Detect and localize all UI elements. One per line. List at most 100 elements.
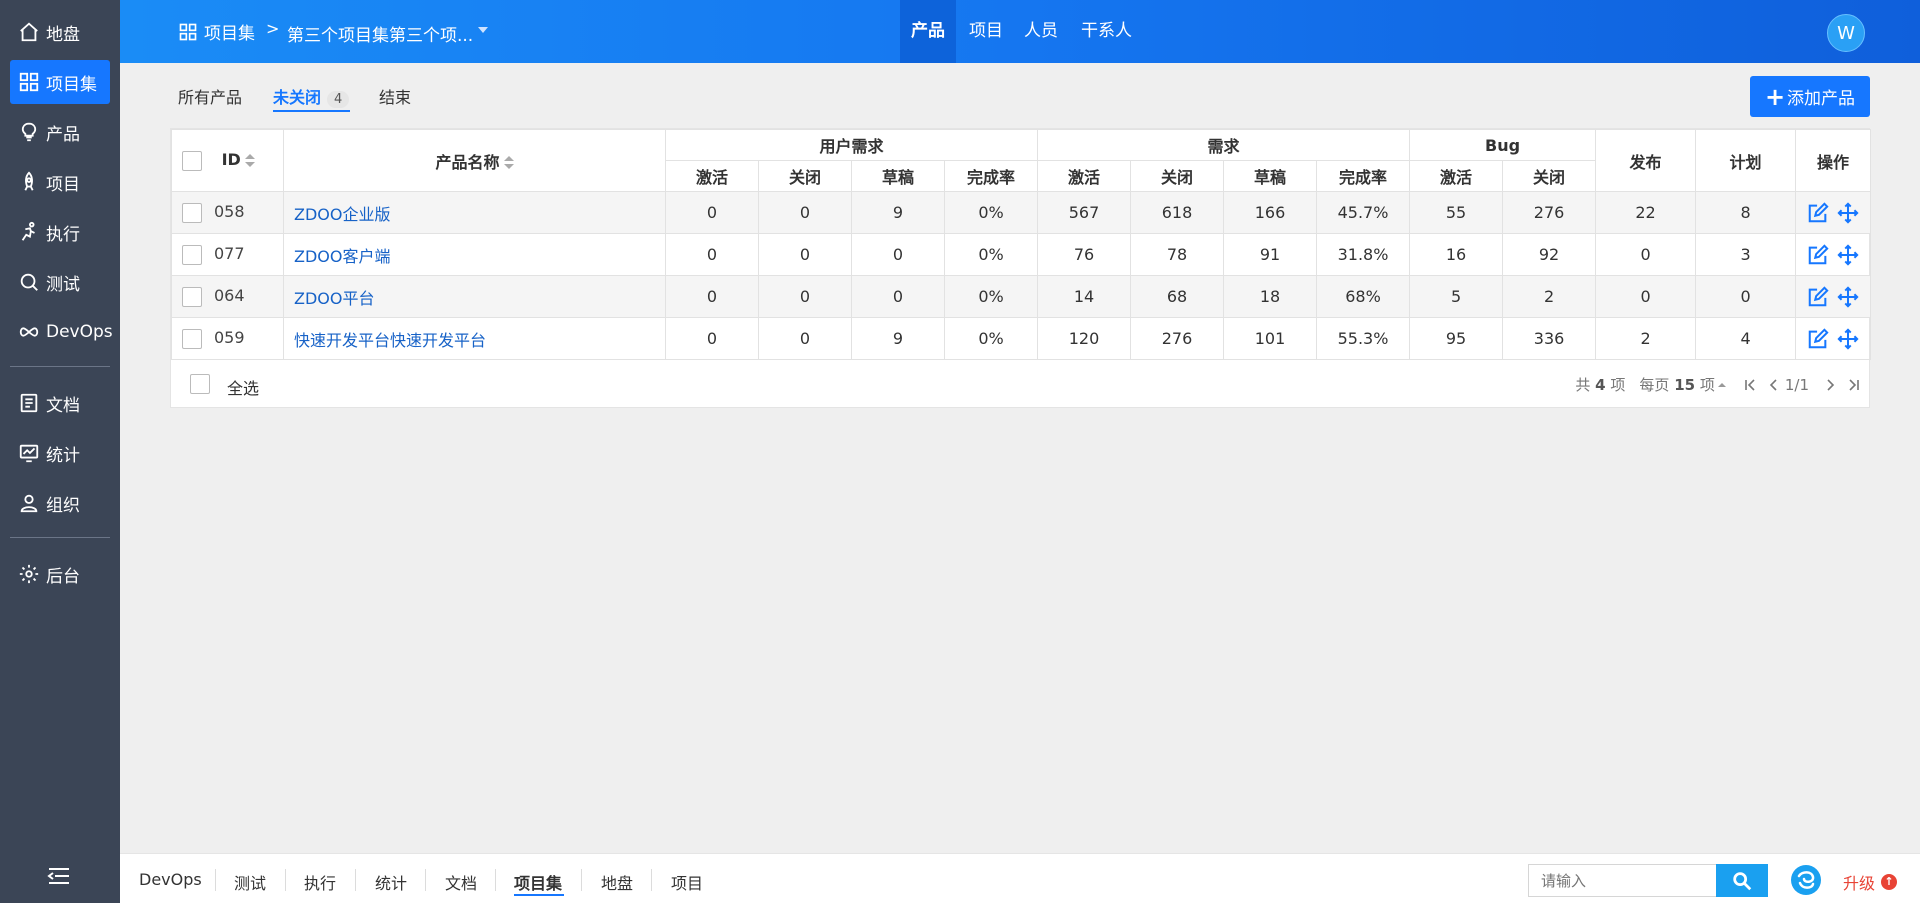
first-page-button[interactable] <box>1743 378 1757 392</box>
sort-icon[interactable] <box>503 156 514 170</box>
prev-page-button[interactable] <box>1767 378 1781 392</box>
row-checkbox[interactable] <box>182 328 202 349</box>
search-input[interactable] <box>1528 864 1716 897</box>
move-icon[interactable] <box>1837 243 1859 266</box>
tab-stakeholders[interactable]: 干系人 <box>1070 0 1143 63</box>
bottom-tab-report[interactable]: 统计 <box>375 870 407 894</box>
search-button[interactable] <box>1716 864 1768 897</box>
cell-st-active: 120 <box>1037 317 1132 360</box>
cell-st-draft: 101 <box>1223 317 1318 360</box>
upgrade-label: 升级 <box>1843 874 1876 893</box>
bottom-tab-project[interactable]: 项目 <box>671 870 703 894</box>
sidebar-item-admin[interactable]: 后台 <box>10 552 110 596</box>
add-product-button[interactable]: + 添加产品 <box>1750 76 1870 117</box>
column-id-label: ID <box>221 150 241 170</box>
tab-product[interactable]: 产品 <box>900 0 956 63</box>
product-link[interactable]: ZDOO企业版 <box>294 205 390 224</box>
bottom-tab-program[interactable]: 项目集 <box>514 870 562 894</box>
per-page-selector[interactable]: 每页 15 项 <box>1639 374 1728 395</box>
home-icon <box>20 22 38 42</box>
row-checkbox[interactable] <box>182 244 202 265</box>
tab-project[interactable]: 项目 <box>958 0 1014 63</box>
product-link[interactable]: 快速开发平台快速开发平台 <box>294 331 486 350</box>
column-us-active: 激活 <box>665 160 759 192</box>
last-page-button[interactable] <box>1847 378 1861 392</box>
sidebar-item-label: 项目集 <box>46 74 97 95</box>
sidebar-item-doc[interactable]: 文档 <box>10 381 110 425</box>
filter-tab-all[interactable]: 所有产品 <box>178 84 242 108</box>
next-page-button[interactable] <box>1823 378 1837 392</box>
column-id[interactable]: ID <box>171 129 284 192</box>
upgrade-button[interactable]: 升级 ↑ <box>1843 870 1898 894</box>
sidebar-item-product[interactable]: 产品 <box>10 110 110 154</box>
tab-members[interactable]: 人员 <box>1013 0 1069 63</box>
cell-us-draft: 0 <box>851 233 945 276</box>
cell-us-draft: 0 <box>851 275 945 318</box>
select-all-label[interactable]: 全选 <box>227 375 259 399</box>
sidebar-item-execution[interactable]: 执行 <box>10 210 110 254</box>
sidebar-item-project[interactable]: 项目 <box>10 160 110 204</box>
cell-name: 快速开发平台快速开发平台 <box>283 317 666 360</box>
bottom-tab-dashboard[interactable]: 地盘 <box>601 870 633 894</box>
pager-total-count: 4 <box>1595 376 1606 394</box>
move-icon[interactable] <box>1837 201 1859 224</box>
cell-us-rate: 0% <box>943 275 1039 318</box>
sidebar-item-qa[interactable]: 测试 <box>10 260 110 304</box>
sidebar-item-company[interactable]: 组织 <box>10 481 110 525</box>
bug-search-icon <box>20 273 38 291</box>
sidebar-item-devops[interactable]: DevOps <box>10 310 113 354</box>
sidebar-item-report[interactable]: 统计 <box>10 431 110 475</box>
cell-name: ZDOO企业版 <box>283 191 666 234</box>
caret-down-icon[interactable] <box>478 27 488 33</box>
cell-plan: 3 <box>1695 233 1797 276</box>
avatar[interactable]: W <box>1827 14 1865 52</box>
row-id: 058 <box>214 202 245 222</box>
bottom-tab-devops[interactable]: DevOps <box>139 870 202 889</box>
bottom-tab-execution[interactable]: 执行 <box>304 870 336 894</box>
cell-us-closed: 0 <box>758 317 852 360</box>
cell-bug-closed: 92 <box>1502 233 1597 276</box>
run-icon <box>21 221 35 241</box>
pager: 共 4 项 每页 15 项 1/1 <box>1575 374 1861 395</box>
edit-icon[interactable] <box>1807 201 1829 224</box>
column-name[interactable]: 产品名称 <box>283 129 666 192</box>
cell-st-closed: 276 <box>1130 317 1225 360</box>
breadcrumb-program-link[interactable]: 项目集 <box>178 19 255 44</box>
edit-icon[interactable] <box>1807 327 1829 350</box>
sidebar-item-dashboard[interactable]: 地盘 <box>10 10 110 54</box>
edit-icon[interactable] <box>1807 243 1829 266</box>
bottom-tab-doc[interactable]: 文档 <box>445 870 477 894</box>
edit-icon[interactable] <box>1807 285 1829 308</box>
row-checkbox[interactable] <box>182 286 202 307</box>
zentao-logo-icon[interactable] <box>1790 864 1822 896</box>
tab-divider <box>355 869 356 891</box>
sidebar-item-program[interactable]: 项目集 <box>10 60 110 104</box>
product-link[interactable]: ZDOO客户端 <box>294 247 390 266</box>
move-icon[interactable] <box>1837 285 1859 308</box>
row-id: 059 <box>214 328 245 348</box>
cell-id: 077 <box>171 233 284 276</box>
program-switcher[interactable]: 第三个项目集第三个项... <box>287 21 473 46</box>
move-icon[interactable] <box>1837 327 1859 350</box>
row-id: 064 <box>214 286 245 306</box>
row-checkbox[interactable] <box>182 202 202 223</box>
cell-us-rate: 0% <box>943 233 1039 276</box>
column-name-label: 产品名称 <box>435 152 500 172</box>
cell-us-closed: 0 <box>758 191 852 234</box>
select-all-checkbox[interactable] <box>190 374 210 394</box>
cell-name: ZDOO客户端 <box>283 233 666 276</box>
cell-release: 2 <box>1595 317 1697 360</box>
product-link[interactable]: ZDOO平台 <box>294 289 374 308</box>
filter-tab-open[interactable]: 未关闭 4 <box>273 84 350 108</box>
bottom-tab-qa[interactable]: 测试 <box>234 870 266 894</box>
bulb-icon <box>21 122 37 142</box>
sort-icon[interactable] <box>244 153 255 168</box>
monitor-chart-icon <box>19 444 39 463</box>
select-all-checkbox-header[interactable] <box>182 150 202 171</box>
cell-st-rate: 68% <box>1316 275 1411 318</box>
cell-st-active: 567 <box>1037 191 1132 234</box>
menu-collapse-icon[interactable] <box>47 866 71 886</box>
breadcrumb-separator: > <box>266 19 280 38</box>
rocket-icon <box>24 171 34 191</box>
filter-tab-closed[interactable]: 结束 <box>379 84 411 108</box>
